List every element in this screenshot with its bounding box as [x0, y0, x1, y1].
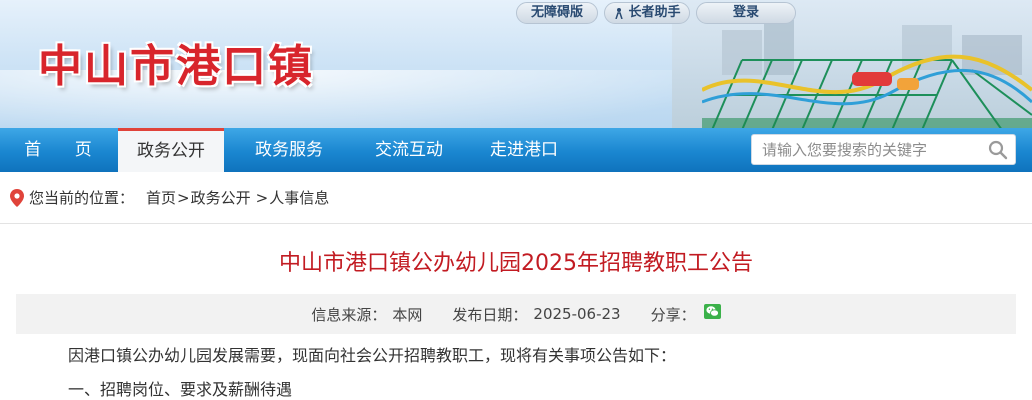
breadcrumb-location-label: 您当前的位置：	[29, 189, 135, 207]
search-icon	[988, 140, 1008, 159]
breadcrumb-item-personnel-info[interactable]: 人事信息	[269, 187, 329, 208]
login-button[interactable]: 登录	[696, 2, 796, 24]
elder-helper-button[interactable]: 长者助手	[604, 2, 690, 24]
article-paragraph: 因港口镇公办幼儿园发展需要，现面向社会公开招聘教职工，现将有关事项公告如下：	[68, 346, 677, 365]
accessible-version-label: 无障碍版	[530, 5, 583, 20]
breadcrumb-separator: >	[177, 188, 190, 207]
search-box	[751, 134, 1016, 165]
nav-item-public-affairs[interactable]: 政务公开	[118, 128, 224, 172]
meta-share-label: 分享：	[650, 305, 696, 324]
nav-item-home[interactable]: 首 页	[0, 128, 118, 172]
article-section-heading: 一、招聘岗位、要求及薪酬待遇	[68, 380, 293, 399]
search-button[interactable]	[981, 135, 1015, 164]
banner-roller-coaster-image	[702, 20, 1032, 128]
wechat-icon[interactable]	[703, 303, 721, 319]
accessible-version-button[interactable]: 无障碍版	[516, 2, 598, 24]
breadcrumb-separator: >	[255, 188, 269, 207]
meta-source-label: 信息来源：	[311, 305, 387, 324]
elder-helper-label: 长者助手	[628, 5, 681, 20]
site-banner: 中山市港口镇 无障碍版 长者助手 登录	[0, 0, 1032, 128]
breadcrumb-item-public-affairs[interactable]: 政务公开	[191, 187, 251, 208]
meta-date-label: 发布日期：	[452, 305, 528, 324]
login-label: 登录	[732, 5, 759, 20]
site-title: 中山市港口镇	[38, 41, 314, 92]
top-links: 无障碍版 长者助手 登录	[516, 2, 796, 24]
main-nav: 首 页 政务公开 政务服务 交流互动 走进港口	[0, 128, 1032, 172]
nav-item-gov-services[interactable]: 政务服务	[224, 128, 354, 172]
breadcrumb: 您当前的位置： 首页 > 政务公开 > 人事信息	[0, 172, 1032, 224]
meta-date-value: 2025-06-23	[533, 305, 621, 323]
breadcrumb-item-home[interactable]: 首页	[146, 187, 176, 208]
article-title: 中山市港口镇公办幼儿园2025年招聘教职工公告	[279, 251, 753, 276]
search-input[interactable]	[752, 135, 981, 164]
location-pin-icon	[10, 188, 24, 207]
elder-helper-icon	[615, 8, 624, 19]
article-meta: 信息来源： 本网 发布日期： 2025-06-23 分享：	[16, 294, 1016, 334]
meta-source-value: 本网	[392, 305, 423, 324]
nav-item-interaction[interactable]: 交流互动	[354, 128, 464, 172]
nav-item-about-gangkou[interactable]: 走进港口	[464, 128, 584, 172]
